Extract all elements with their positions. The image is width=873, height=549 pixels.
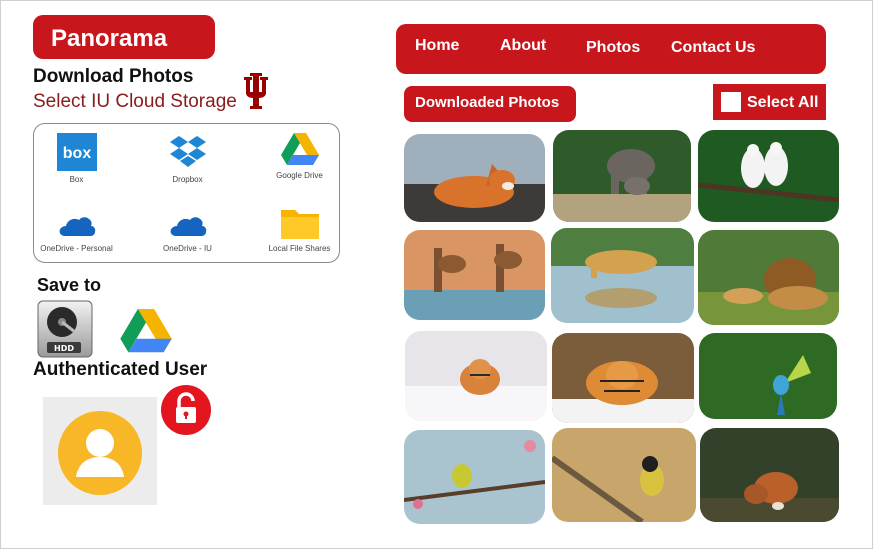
yellow-bird-photo bbox=[404, 430, 545, 524]
cloud-option-google-drive[interactable]: Google Drive bbox=[252, 133, 347, 180]
avatar bbox=[43, 397, 157, 505]
tiger-snow-photo bbox=[405, 331, 547, 421]
google-drive-icon[interactable] bbox=[120, 309, 172, 355]
top-navigation: Home About Photos Contact Us bbox=[396, 24, 826, 74]
photo-thumbnail[interactable] bbox=[405, 331, 547, 421]
photo-thumbnail[interactable] bbox=[404, 430, 545, 524]
photo-thumbnail[interactable] bbox=[698, 130, 839, 222]
cloud-option-label: Dropbox bbox=[172, 175, 203, 184]
cloud-option-dropbox[interactable]: Dropbox bbox=[140, 133, 235, 184]
box-icon: box bbox=[56, 133, 97, 171]
nav-home[interactable]: Home bbox=[415, 37, 459, 55]
iu-trident-icon bbox=[244, 73, 268, 109]
cloud-option-label: OneDrive - Personal bbox=[40, 244, 113, 253]
photo-thumbnail[interactable] bbox=[404, 134, 545, 222]
dropbox-icon bbox=[169, 136, 206, 167]
white-birds-photo bbox=[698, 130, 839, 222]
onedrive-icon bbox=[170, 217, 206, 236]
photo-thumbnail[interactable] bbox=[700, 428, 839, 522]
photo-thumbnail[interactable] bbox=[698, 230, 839, 325]
select-all-label: Select All bbox=[747, 94, 819, 111]
downloaded-photos-button[interactable]: Downloaded Photos bbox=[404, 86, 576, 122]
lions-photo bbox=[698, 230, 839, 325]
cloud-option-local-file-shares[interactable]: Local File Shares bbox=[252, 206, 347, 253]
elephant-photo bbox=[553, 130, 691, 222]
save-to-heading: Save to bbox=[37, 275, 102, 295]
hdd-icon[interactable]: HDD bbox=[37, 300, 93, 358]
photo-thumbnail[interactable] bbox=[551, 228, 694, 323]
tiger-crouching-photo bbox=[552, 333, 694, 423]
great-tit-photo bbox=[552, 428, 696, 522]
photo-thumbnail[interactable] bbox=[552, 428, 696, 522]
parrot-photo bbox=[699, 333, 837, 419]
photo-thumbnail[interactable] bbox=[404, 230, 545, 320]
select-all-checkbox[interactable] bbox=[721, 92, 741, 112]
photo-thumbnail[interactable] bbox=[552, 333, 694, 423]
leopard-photo bbox=[551, 228, 694, 323]
cloud-storage-panel: box Box Dropbox Google Drive OneDrive - … bbox=[33, 123, 340, 263]
cloud-option-onedrive-personal[interactable]: OneDrive - Personal bbox=[29, 210, 124, 253]
fox-cubs-photo bbox=[700, 428, 839, 522]
user-icon bbox=[58, 411, 142, 495]
cloud-option-label: Local File Shares bbox=[268, 244, 331, 253]
select-storage-heading: Select IU Cloud Storage bbox=[33, 91, 237, 112]
onedrive-icon bbox=[59, 217, 95, 236]
fox-photo bbox=[404, 134, 545, 222]
cloud-option-label: Google Drive bbox=[276, 171, 323, 180]
nav-photos[interactable]: Photos bbox=[586, 39, 640, 57]
nav-contact-us[interactable]: Contact Us bbox=[671, 39, 755, 57]
authenticated-user-heading: Authenticated User bbox=[33, 359, 208, 380]
folder-icon bbox=[280, 210, 319, 239]
nav-about[interactable]: About bbox=[500, 37, 546, 55]
photo-thumbnail[interactable] bbox=[699, 333, 837, 419]
photo-thumbnail[interactable] bbox=[553, 130, 691, 222]
cloud-option-onedrive-iu[interactable]: OneDrive - IU bbox=[140, 210, 235, 253]
svg-text:box: box bbox=[62, 145, 91, 162]
download-photos-heading: Download Photos bbox=[33, 66, 194, 87]
cloud-option-label: Box bbox=[69, 175, 84, 184]
google-drive-icon bbox=[280, 133, 319, 165]
app-title: Panorama bbox=[33, 15, 215, 59]
select-all-control[interactable]: Select All bbox=[713, 84, 826, 120]
svg-text:HDD: HDD bbox=[54, 344, 74, 353]
cloud-option-label: OneDrive - IU bbox=[163, 244, 212, 253]
cloud-option-box[interactable]: box Box bbox=[29, 133, 124, 184]
giraffes-photo bbox=[404, 230, 545, 320]
unlock-icon[interactable] bbox=[161, 385, 211, 435]
